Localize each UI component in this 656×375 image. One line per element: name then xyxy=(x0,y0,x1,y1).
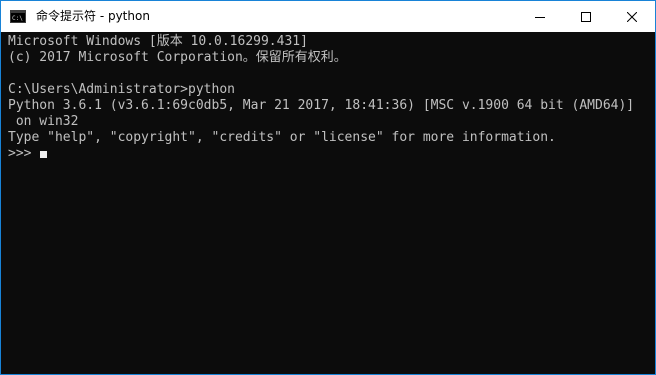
console-line: on win32 xyxy=(8,114,79,129)
close-button[interactable] xyxy=(609,1,655,32)
console-line: Type "help", "copyright", "credits" or "… xyxy=(8,130,556,145)
svg-text:C:\: C:\ xyxy=(12,15,23,22)
minimize-button[interactable] xyxy=(517,1,563,32)
python-prompt: >>> xyxy=(8,146,32,161)
close-icon xyxy=(627,11,637,22)
window-title: 命令提示符 - python xyxy=(36,9,150,23)
maximize-button[interactable] xyxy=(563,1,609,32)
cmd-icon: C:\ xyxy=(10,10,26,23)
console-line: Microsoft Windows [版本 10.0.16299.431] xyxy=(8,34,308,49)
console-line: Python 3.6.1 (v3.6.1:69c0db5, Mar 21 201… xyxy=(8,98,635,113)
prompt-line[interactable]: >>> xyxy=(8,146,48,162)
console-line: C:\Users\Administrator>python xyxy=(8,82,235,97)
console-line: (c) 2017 Microsoft Corporation。保留所有权利。 xyxy=(8,50,347,65)
minimize-icon xyxy=(535,16,545,18)
console-output[interactable]: Microsoft Windows [版本 10.0.16299.431] (c… xyxy=(1,32,655,374)
cmd-window: C:\ 命令提示符 - python Microsoft Windows [版本… xyxy=(0,0,656,375)
maximize-icon xyxy=(581,11,591,22)
text-cursor xyxy=(40,151,48,158)
title-bar[interactable]: C:\ 命令提示符 - python xyxy=(1,1,655,32)
